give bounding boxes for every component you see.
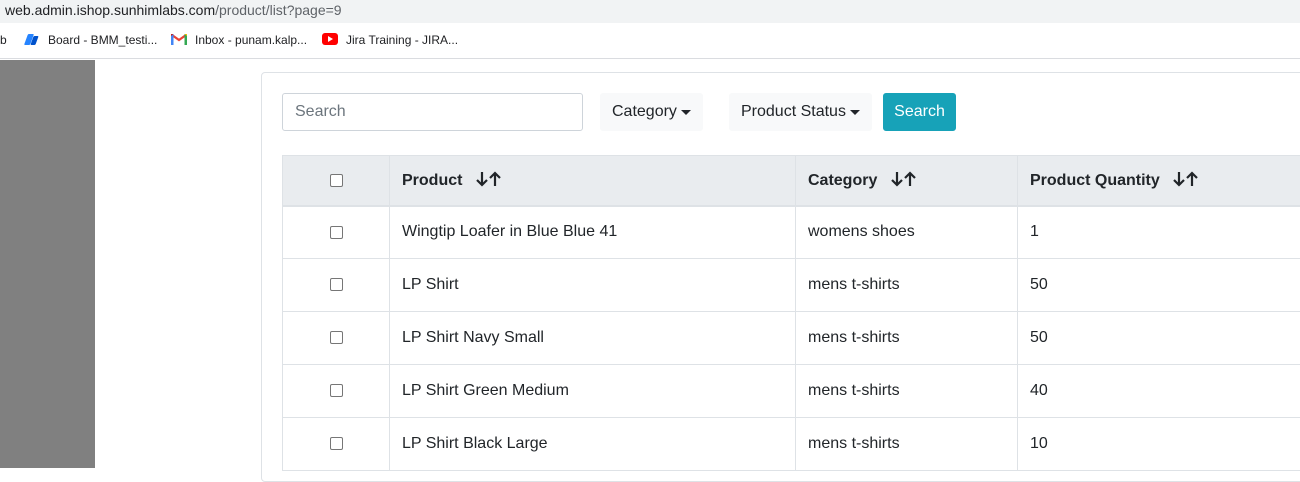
column-header-category[interactable]: Category (796, 156, 1018, 206)
row-checkbox[interactable] (330, 437, 343, 450)
quantity-cell: 50 (1018, 312, 1300, 365)
youtube-icon (322, 33, 338, 47)
category-cell: mens t-shirts (796, 259, 1018, 312)
column-header-product[interactable]: Product (390, 156, 796, 206)
table-row[interactable]: LP Shirt Black Large mens t-shirts 10 (283, 418, 1300, 471)
product-table: Product Category Product Quantity (282, 155, 1300, 471)
product-status-dropdown-label: Product Status (741, 103, 846, 121)
table-row[interactable]: LP Shirt mens t-shirts 50 (283, 259, 1300, 312)
bookmark-inbox[interactable]: Inbox - punam.kalp... (171, 33, 307, 47)
table-row[interactable]: Wingtip Loafer in Blue Blue 41 womens sh… (283, 206, 1300, 259)
row-checkbox[interactable] (330, 226, 343, 239)
caret-down-icon (681, 110, 691, 115)
column-header-label: Category (808, 172, 877, 189)
category-cell: mens t-shirts (796, 418, 1018, 471)
column-header-label: Product Quantity (1030, 172, 1160, 189)
category-dropdown-label: Category (612, 103, 677, 121)
table-header-row: Product Category Product Quantity (283, 156, 1300, 206)
category-dropdown[interactable]: Category (600, 93, 703, 131)
category-cell: womens shoes (796, 206, 1018, 259)
caret-down-icon (850, 110, 860, 115)
product-name-cell: LP Shirt Green Medium (390, 365, 796, 418)
category-cell: mens t-shirts (796, 312, 1018, 365)
bookmark-label: Jira Training - JIRA... (346, 33, 458, 47)
row-select-cell (283, 312, 390, 365)
quantity-cell: 50 (1018, 259, 1300, 312)
row-checkbox[interactable] (330, 331, 343, 344)
bookmarks-bar: b Board - BMM_testi... Inbox - punam.kal… (0, 23, 1300, 59)
search-button[interactable]: Search (883, 93, 956, 131)
sort-icon[interactable] (1172, 171, 1200, 187)
url-path: /product/list?page=9 (215, 2, 341, 18)
quantity-cell: 40 (1018, 365, 1300, 418)
product-name-cell: Wingtip Loafer in Blue Blue 41 (390, 206, 796, 259)
bookmark-stub[interactable]: b (0, 33, 7, 47)
table-row[interactable]: LP Shirt Green Medium mens t-shirts 40 (283, 365, 1300, 418)
row-select-cell (283, 259, 390, 312)
search-input[interactable] (282, 93, 583, 131)
table-row[interactable]: LP Shirt Navy Small mens t-shirts 50 (283, 312, 1300, 365)
jira-board-icon (24, 33, 40, 47)
category-cell: mens t-shirts (796, 365, 1018, 418)
bookmark-label: Board - BMM_testi... (48, 33, 157, 47)
column-header-label: Product (402, 172, 462, 189)
row-select-cell (283, 418, 390, 471)
product-name-cell: LP Shirt Black Large (390, 418, 796, 471)
bookmark-label: Inbox - punam.kalp... (195, 33, 307, 47)
address-bar[interactable]: web.admin.ishop.sunhimlabs.com/product/l… (0, 0, 1300, 23)
product-name-cell: LP Shirt (390, 259, 796, 312)
column-header-quantity[interactable]: Product Quantity (1018, 156, 1300, 206)
sidebar (0, 60, 95, 468)
bookmark-board[interactable]: Board - BMM_testi... (24, 33, 157, 47)
row-checkbox[interactable] (330, 384, 343, 397)
product-name-cell: LP Shirt Navy Small (390, 312, 796, 365)
row-select-cell (283, 206, 390, 259)
quantity-cell: 1 (1018, 206, 1300, 259)
quantity-cell: 10 (1018, 418, 1300, 471)
select-all-checkbox[interactable] (330, 174, 343, 187)
select-all-cell (283, 156, 390, 206)
url-host: web.admin.ishop.sunhimlabs.com (5, 2, 215, 18)
product-status-dropdown[interactable]: Product Status (729, 93, 872, 131)
bookmark-jira-training[interactable]: Jira Training - JIRA... (322, 33, 458, 47)
row-checkbox[interactable] (330, 278, 343, 291)
row-select-cell (283, 365, 390, 418)
sort-icon[interactable] (890, 171, 918, 187)
sort-icon[interactable] (475, 171, 503, 187)
gmail-icon (171, 33, 187, 47)
